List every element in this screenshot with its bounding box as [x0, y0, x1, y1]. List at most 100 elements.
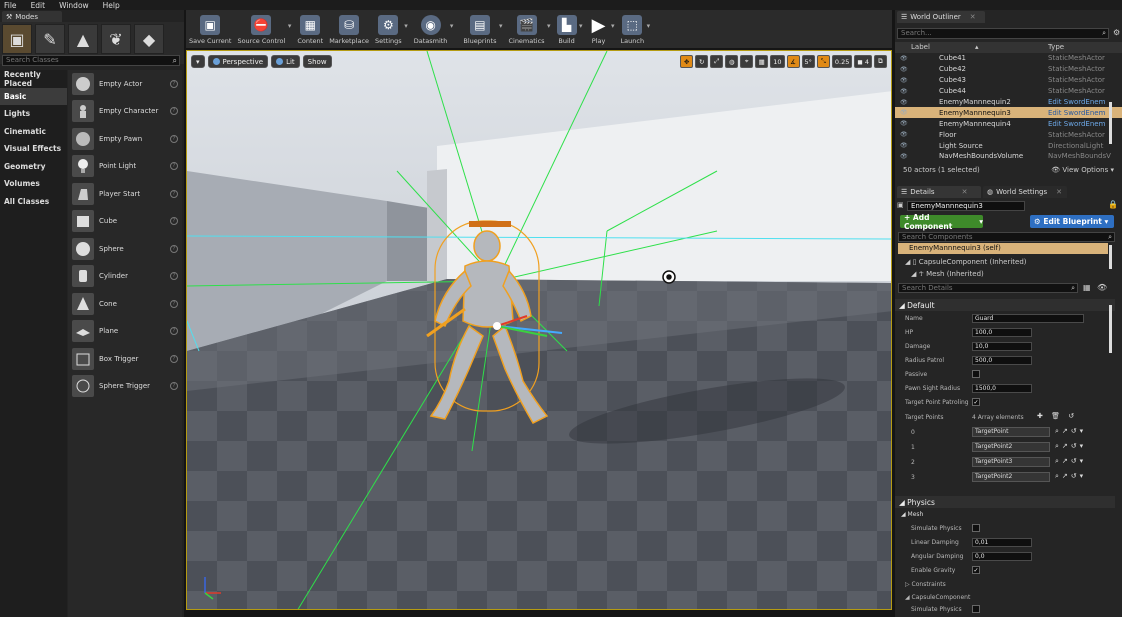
component-self[interactable]: EnemyMannnequin3 (self): [898, 243, 1108, 254]
outliner-scrollbar[interactable]: [1109, 102, 1112, 144]
placeable-empty-character[interactable]: Empty Character?: [68, 98, 182, 126]
foliage-mode-icon[interactable]: ❦: [101, 24, 131, 54]
enable-gravity-checkbox[interactable]: ✓: [972, 566, 980, 574]
section-physics[interactable]: ◢ Physics: [895, 496, 1115, 508]
column-label[interactable]: Label: [911, 43, 930, 51]
outliner-row[interactable]: 👁 Cube43 StaticMeshActor: [895, 75, 1122, 86]
cinematics-button[interactable]: 🎬 Cinematics: [505, 10, 551, 48]
world-outliner-tab[interactable]: ☰ World Outliner ✕: [897, 11, 985, 23]
menu-edit[interactable]: Edit: [31, 1, 46, 10]
close-icon[interactable]: ✕: [970, 13, 976, 21]
category-cinematic[interactable]: Cinematic: [0, 123, 67, 141]
eye-icon[interactable]: 👁: [900, 120, 908, 127]
viewport-menu-button[interactable]: ▾: [191, 55, 205, 68]
eye-icon[interactable]: 👁: [900, 109, 908, 116]
asset-actions-icon[interactable]: ⌕↗↺▾: [1055, 442, 1086, 451]
passive-checkbox[interactable]: [972, 370, 980, 378]
save-current-button[interactable]: ▣ Save Current: [186, 10, 234, 48]
category-geometry[interactable]: Geometry: [0, 158, 67, 176]
place-mode-icon[interactable]: ▣: [2, 24, 32, 54]
subsection-mesh[interactable]: ◢ Mesh: [895, 508, 1115, 522]
placeable-cone[interactable]: Cone?: [68, 290, 182, 318]
eye-icon[interactable]: 👁: [900, 99, 908, 106]
outliner-row-selected[interactable]: 👁 EnemyMannnequin3 Edit SwordEnem: [895, 107, 1122, 119]
target-patroling-checkbox[interactable]: ✓: [972, 398, 980, 406]
target-point-dropdown[interactable]: TargetPoint3: [972, 457, 1050, 467]
details-search-input[interactable]: Search Details ⌕: [898, 283, 1078, 293]
menu-window[interactable]: Window: [59, 1, 89, 10]
content-button[interactable]: ▦ Content: [294, 10, 326, 48]
category-lights[interactable]: Lights: [0, 105, 67, 123]
actor-name-field[interactable]: EnemyMannnequin3: [907, 201, 1025, 211]
edit-blueprint-link[interactable]: Edit SwordEnem: [1048, 120, 1105, 128]
show-button[interactable]: Show: [302, 55, 332, 68]
column-type[interactable]: Type: [1048, 43, 1064, 51]
asset-actions-icon[interactable]: ⌕↗↺▾: [1055, 427, 1086, 436]
target-point-dropdown[interactable]: TargetPoint: [972, 427, 1050, 437]
eye-icon[interactable]: 👁: [900, 142, 908, 149]
outliner-row[interactable]: 👁 Cube41 StaticMeshActor: [895, 53, 1122, 64]
source-control-button[interactable]: ⛔ Source Control: [234, 10, 291, 48]
property-matrix-icon[interactable]: ▦: [1083, 283, 1091, 292]
simulate-physics-checkbox[interactable]: [972, 524, 980, 532]
component-search-input[interactable]: Search Components ⌕: [898, 232, 1115, 242]
outliner-row[interactable]: 👁 Cube44 StaticMeshActor: [895, 86, 1122, 97]
array-add-icon[interactable]: ✚ 🗑 ↺: [1037, 412, 1077, 420]
perspective-button[interactable]: Perspective: [207, 55, 269, 68]
modes-tab[interactable]: ⚒ Modes: [2, 11, 62, 22]
translate-mode-icon[interactable]: ✥: [680, 55, 694, 68]
category-visual-effects[interactable]: Visual Effects: [0, 140, 67, 158]
world-local-icon[interactable]: ◍: [725, 55, 739, 68]
placeable-player-start[interactable]: Player Start?: [68, 180, 182, 208]
placeable-plane[interactable]: Plane?: [68, 318, 182, 346]
eye-icon[interactable]: 👁: [900, 131, 908, 138]
radius-patrol-input[interactable]: 500,0: [972, 356, 1032, 365]
asset-actions-icon[interactable]: ⌕↗↺▾: [1055, 472, 1086, 481]
eye-icon[interactable]: 👁: [900, 66, 908, 73]
eye-icon[interactable]: 👁: [900, 153, 908, 160]
placeable-sphere-trigger[interactable]: Sphere Trigger?: [68, 373, 182, 401]
level-viewport[interactable]: ▾ Perspective Lit Show ✥ ↻ ⤢ ◍ ⌖ ▦ 10 ∡ …: [186, 50, 892, 610]
grid-snap-value[interactable]: 10: [770, 55, 785, 68]
subsection-constraints[interactable]: ▷ Constraints: [895, 578, 1115, 592]
scale-mode-icon[interactable]: ⤢: [710, 55, 724, 68]
view-options-button[interactable]: 👁 View Options ▾: [1051, 166, 1114, 174]
linear-damping-input[interactable]: 0,01: [972, 538, 1032, 547]
capsule-component-row[interactable]: ◢ ▯ CapsuleComponent (Inherited): [905, 258, 1027, 266]
lit-button[interactable]: Lit: [271, 55, 300, 68]
details-scrollbar[interactable]: [1109, 305, 1112, 353]
placeable-empty-pawn[interactable]: Empty Pawn?: [68, 125, 182, 153]
details-tab[interactable]: ☰ Details ✕: [897, 186, 981, 198]
paint-mode-icon[interactable]: ✎: [35, 24, 65, 54]
grid-snap-icon[interactable]: ▦: [755, 55, 769, 68]
name-input[interactable]: Guard: [972, 314, 1084, 323]
placeable-cylinder[interactable]: Cylinder?: [68, 263, 182, 291]
add-component-button[interactable]: + Add Component ▾: [900, 213, 983, 231]
play-button[interactable]: ▶ Play: [586, 10, 615, 48]
build-button[interactable]: ▙ Build: [554, 10, 583, 48]
placeable-point-light[interactable]: Point Light?: [68, 153, 182, 181]
placeable-cube[interactable]: Cube?: [68, 208, 182, 236]
edit-blueprint-button[interactable]: ⚙ Edit Blueprint ▾: [1030, 215, 1114, 228]
section-default[interactable]: ◢ Default: [895, 299, 1115, 311]
outliner-row[interactable]: 👁 EnemyMannnequin4 Edit SwordEnem: [895, 118, 1122, 129]
pawn-sight-input[interactable]: 1500,0: [972, 384, 1032, 393]
hp-input[interactable]: 100,0: [972, 328, 1032, 337]
damage-input[interactable]: 10,0: [972, 342, 1032, 351]
category-recently-placed[interactable]: Recently Placed: [0, 70, 67, 88]
simulate-physics-capsule-checkbox[interactable]: [972, 605, 980, 613]
datasmith-button[interactable]: ◉ Datasmith: [411, 10, 453, 48]
asset-actions-icon[interactable]: ⌕↗↺▾: [1055, 457, 1086, 466]
rotation-snap-icon[interactable]: ∡: [786, 55, 800, 68]
category-volumes[interactable]: Volumes: [0, 175, 67, 193]
scale-snap-icon[interactable]: ⤡: [816, 55, 830, 68]
outliner-search-input[interactable]: Search... ⌕: [897, 28, 1109, 39]
eye-icon[interactable]: 👁: [900, 88, 908, 95]
world-settings-tab[interactable]: ◍ World Settings ✕: [983, 186, 1067, 198]
outliner-row[interactable]: 👁 NavMeshBoundsVolume NavMeshBoundsV: [895, 151, 1122, 162]
angular-damping-input[interactable]: 0,0: [972, 552, 1032, 561]
outliner-row[interactable]: 👁 Cube42 StaticMeshActor: [895, 64, 1122, 75]
close-icon[interactable]: ✕: [1056, 188, 1062, 196]
landscape-mode-icon[interactable]: ▲: [68, 24, 98, 54]
eye-icon[interactable]: 👁: [900, 55, 908, 62]
